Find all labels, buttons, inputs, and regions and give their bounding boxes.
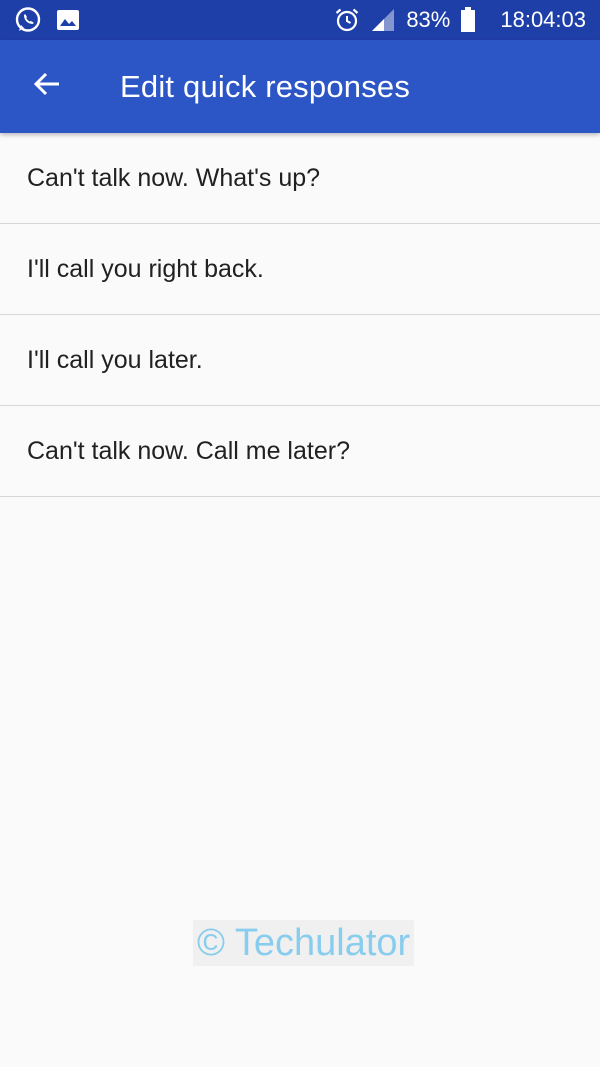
quick-responses-list: Can't talk now. What's up? I'll call you…: [0, 133, 600, 497]
whatsapp-icon: [14, 6, 42, 34]
app-bar: Edit quick responses: [0, 40, 600, 133]
quick-response-item[interactable]: Can't talk now. What's up?: [0, 133, 600, 224]
signal-icon: [370, 7, 396, 33]
alarm-icon: [334, 7, 360, 33]
quick-response-item[interactable]: I'll call you right back.: [0, 224, 600, 315]
quick-response-item[interactable]: I'll call you later.: [0, 315, 600, 406]
status-bar: 83% 18:04:03: [0, 0, 600, 40]
status-left: [14, 6, 80, 34]
arrow-back-icon: [32, 69, 62, 104]
battery-icon: [460, 7, 476, 33]
clock: 18:04:03: [500, 7, 586, 32]
image-icon: [56, 9, 80, 31]
battery-percent: 83%: [406, 7, 451, 32]
status-right: 83% 18:04:03: [334, 7, 586, 33]
watermark: © Techulator: [193, 920, 415, 966]
back-button[interactable]: [0, 40, 94, 133]
quick-response-item[interactable]: Can't talk now. Call me later?: [0, 406, 600, 497]
page-title: Edit quick responses: [120, 68, 411, 104]
